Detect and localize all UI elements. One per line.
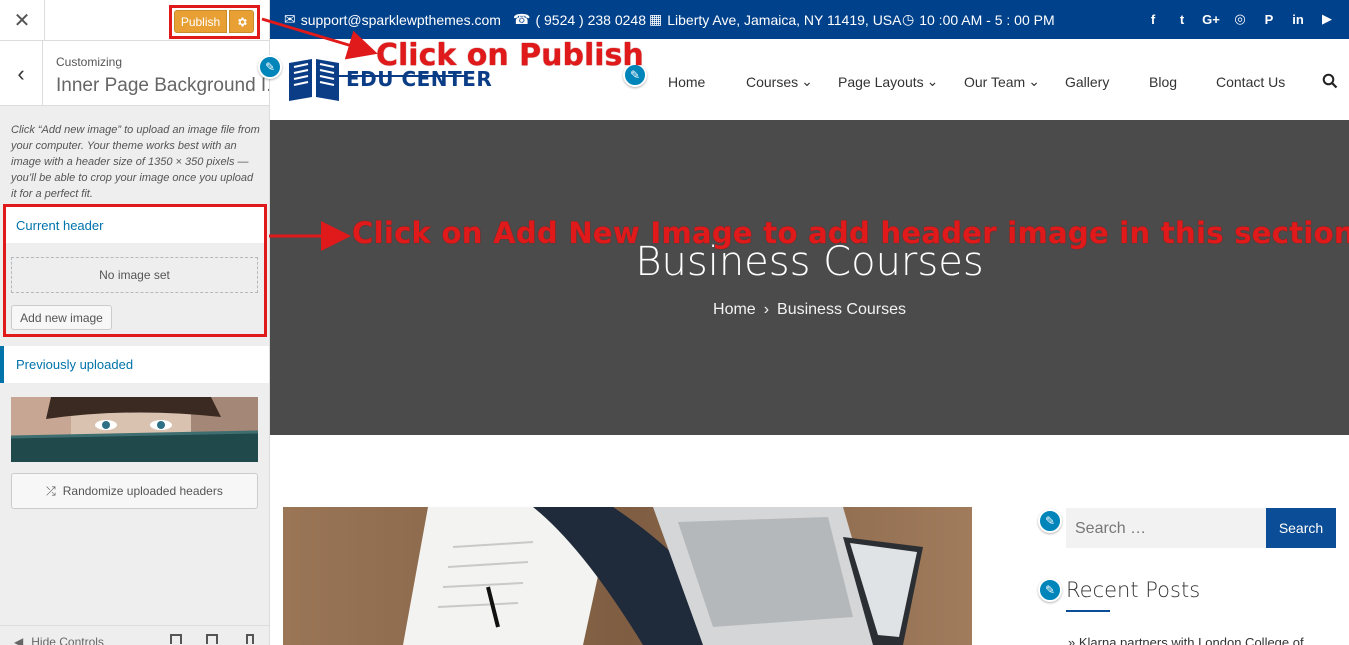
close-customizer-button[interactable]: ✕ [0, 0, 45, 41]
email-text: support@sparklewpthemes.com [300, 11, 501, 28]
publish-highlight-box [169, 5, 260, 39]
recent-posts-title: Recent Posts [1066, 578, 1201, 602]
nav-courses[interactable]: Courses ⌄ [746, 73, 838, 90]
logo-underline [332, 75, 465, 77]
envelope-icon: ✉ [284, 11, 296, 27]
customizer-sidebar: ✕ Publish ‹ Customizing Inner Page Backg… [0, 0, 270, 645]
breadcrumb: Home › Business Courses [270, 301, 1349, 319]
address-text: Liberty Ave, Jamaica, NY 11419, USA [667, 11, 902, 28]
section-header: ‹ Customizing Inner Page Background I... [0, 41, 269, 106]
search-icon[interactable] [1322, 73, 1338, 89]
facebook-icon[interactable]: f [1145, 11, 1161, 27]
chevron-down-icon: ⌄ [1028, 73, 1040, 89]
topbar-phone[interactable]: ☎ ( 9524 ) 238 0248 [513, 11, 646, 28]
section-title: Inner Page Background I... [56, 75, 270, 96]
clock-icon: ◷ [902, 11, 915, 27]
close-icon: ✕ [13, 10, 31, 32]
pinterest-icon[interactable]: P [1261, 11, 1277, 27]
breadcrumb-current: Business Courses [777, 301, 906, 318]
sidebar-search-button[interactable]: Search [1266, 508, 1336, 548]
edit-logo-pencil-icon[interactable]: ✎ [258, 55, 282, 79]
topbar-address: ▦ Liberty Ave, Jamaica, NY 11419, USA [649, 11, 901, 28]
hours-text: 10 :00 AM - 5 : 00 PM [919, 11, 1055, 28]
previously-uploaded-header: Previously uploaded [0, 346, 269, 383]
laptop-desk-image [283, 507, 972, 645]
phone-text: ( 9524 ) 238 0248 [535, 11, 646, 28]
nav-gallery[interactable]: Gallery [1065, 73, 1149, 90]
woman-reading-image [11, 397, 258, 462]
edit-widget-pencil-icon[interactable]: ✎ [1038, 509, 1062, 533]
google-plus-icon[interactable]: G+ [1202, 11, 1220, 27]
featured-image[interactable] [283, 507, 972, 645]
nav-page-layouts[interactable]: Page Layouts ⌄ [838, 73, 964, 90]
chevron-right-icon: › [763, 301, 770, 318]
instagram-icon[interactable]: ◎ [1232, 11, 1248, 27]
recent-posts-underline [1066, 610, 1110, 612]
nav-contact-us[interactable]: Contact Us [1216, 73, 1285, 90]
chevron-down-icon: ⌄ [926, 73, 939, 89]
mobile-preview-icon[interactable] [246, 634, 254, 644]
nav-home[interactable]: Home [668, 73, 746, 90]
page-banner: Business Courses Home › Business Courses [270, 120, 1349, 435]
randomize-headers-button[interactable]: ⤮ Randomize uploaded headers [11, 473, 258, 509]
page-content: ✎ Search … Search ✎ Recent Posts » Klarn… [270, 435, 1349, 645]
phone-icon: ☎ [513, 11, 531, 27]
topbar-hours: ◷ 10 :00 AM - 5 : 00 PM [902, 11, 1055, 28]
tablet-preview-icon[interactable] [206, 634, 218, 644]
main-navigation: Home Courses ⌄ Page Layouts ⌄ Our Team ⌄ Ga… [668, 73, 1285, 90]
section-subtitle: Customizing [56, 55, 123, 69]
screen: ✕ Publish ‹ Customizing Inner Page Backg… [0, 0, 1349, 645]
edit-recent-posts-pencil-icon[interactable]: ✎ [1038, 578, 1062, 602]
add-image-annotation: Click on Add New Image to add header ima… [352, 216, 1349, 250]
desktop-preview-icon[interactable] [170, 634, 182, 644]
twitter-icon[interactable]: t [1174, 11, 1190, 27]
linkedin-icon[interactable]: in [1290, 11, 1306, 27]
uploaded-header-thumbnail[interactable] [11, 397, 258, 462]
topbar-email[interactable]: ✉ support@sparklewpthemes.com [284, 11, 501, 28]
chevron-left-icon: ‹ [17, 60, 25, 86]
randomize-label: Randomize uploaded headers [62, 484, 223, 498]
previously-uploaded-title: Previously uploaded [16, 357, 134, 372]
shuffle-icon: ⤮ [46, 483, 56, 498]
back-button[interactable]: ‹ [0, 41, 43, 106]
social-links: f t G+ ◎ P in ▶ [1145, 11, 1335, 27]
sidebar-search-input[interactable]: Search … [1066, 508, 1266, 548]
breadcrumb-home[interactable]: Home [713, 301, 756, 319]
site-topbar: ✉ support@sparklewpthemes.com ☎ ( 9524 )… [270, 0, 1349, 39]
map-icon: ▦ [649, 11, 663, 27]
current-header-highlight-box [3, 204, 267, 337]
customizer-footer: ◀ Hide Controls [0, 625, 269, 645]
hide-controls-button[interactable]: ◀ Hide Controls [14, 635, 104, 645]
nav-blog[interactable]: Blog [1149, 73, 1216, 90]
chevron-down-icon: ⌄ [801, 73, 813, 89]
header-image-description: Click “Add new image” to upload an image… [11, 124, 260, 200]
recent-post-link[interactable]: » Klarna partners with London College of [1068, 635, 1304, 645]
book-icon [289, 59, 339, 101]
hide-controls-label: Hide Controls [31, 635, 104, 645]
publish-annotation: Click on Publish [376, 38, 644, 73]
nav-our-team[interactable]: Our Team ⌄ [964, 73, 1065, 90]
collapse-icon: ◀ [14, 635, 24, 645]
youtube-icon[interactable]: ▶ [1319, 11, 1335, 27]
